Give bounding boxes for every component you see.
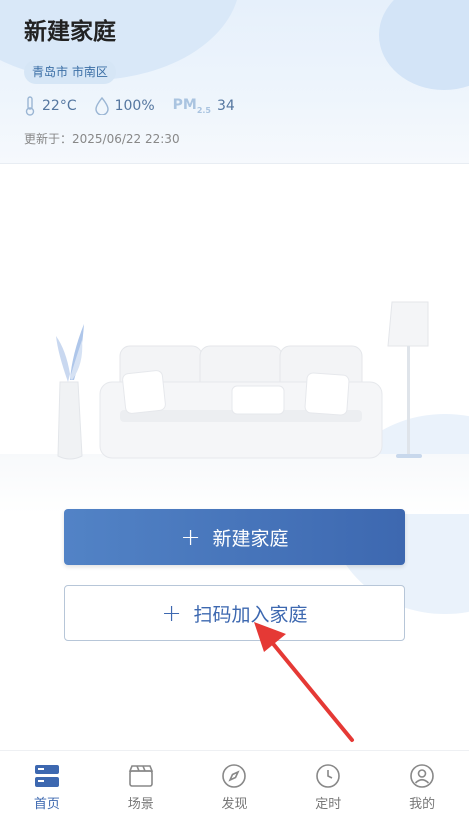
pm25-item: PM2.5 34 (173, 97, 235, 115)
humidity-value: 100% (114, 98, 155, 114)
temperature-value: 22°C (42, 98, 77, 114)
location-badge[interactable]: 青岛市 市南区 (24, 60, 116, 84)
plus-icon: + (180, 523, 201, 551)
living-room-illustration (56, 301, 429, 460)
plant-icon (56, 324, 84, 460)
tab-label: 首页 (33, 797, 60, 812)
water-drop-icon (94, 97, 109, 115)
tab-home[interactable]: 首页 (0, 751, 94, 819)
pm-sub: 2.5 (196, 105, 211, 115)
updated-time: 更新于：2025/06/22 22:30 (24, 130, 180, 147)
new-home-button[interactable]: + 新建家庭 (64, 509, 405, 565)
decor-circle (379, 0, 469, 90)
new-home-label: 新建家庭 (212, 527, 289, 550)
home-icon (34, 765, 59, 787)
empty-home-illustration (0, 164, 469, 749)
thermometer-icon (25, 96, 35, 116)
clock-icon (316, 764, 341, 788)
page-title[interactable]: 新建家庭 (24, 12, 116, 46)
scene-icon (128, 765, 153, 787)
updated-label: 更新于： (24, 132, 73, 146)
plus-icon: + (161, 599, 182, 627)
tab-me[interactable]: 我的 (375, 751, 469, 819)
floor-lamp-icon (387, 301, 429, 458)
scan-join-home-button[interactable]: + 扫码加入家庭 (64, 585, 405, 641)
tab-label: 场景 (127, 797, 154, 812)
tab-timer[interactable]: 定时 (281, 751, 375, 819)
humidity-item: 100% (94, 97, 155, 115)
weather-row: 22°C 100% PM2.5 34 (24, 95, 253, 117)
sofa-icon (99, 345, 383, 459)
user-icon (410, 764, 434, 788)
home-header: 新建家庭 青岛市 市南区 22°C 100% PM2.5 34 更新于：2025… (0, 0, 469, 164)
compass-icon (222, 764, 247, 788)
updated-value: 2025/06/22 22:30 (72, 132, 180, 146)
pm25-value: 34 (217, 97, 235, 114)
tab-label: 定时 (315, 797, 342, 812)
tab-label: 发现 (221, 797, 248, 812)
pm-text: PM (172, 97, 197, 114)
bottom-tab-bar: 首页 场景 发现 定时 我的 (0, 750, 469, 819)
pm25-label: PM2.5 (173, 97, 211, 115)
tab-discover[interactable]: 发现 (188, 751, 282, 819)
scan-join-label: 扫码加入家庭 (193, 603, 308, 626)
tab-label: 我的 (409, 797, 436, 812)
temperature-item: 22°C (24, 96, 77, 116)
tab-scene[interactable]: 场景 (94, 751, 188, 819)
